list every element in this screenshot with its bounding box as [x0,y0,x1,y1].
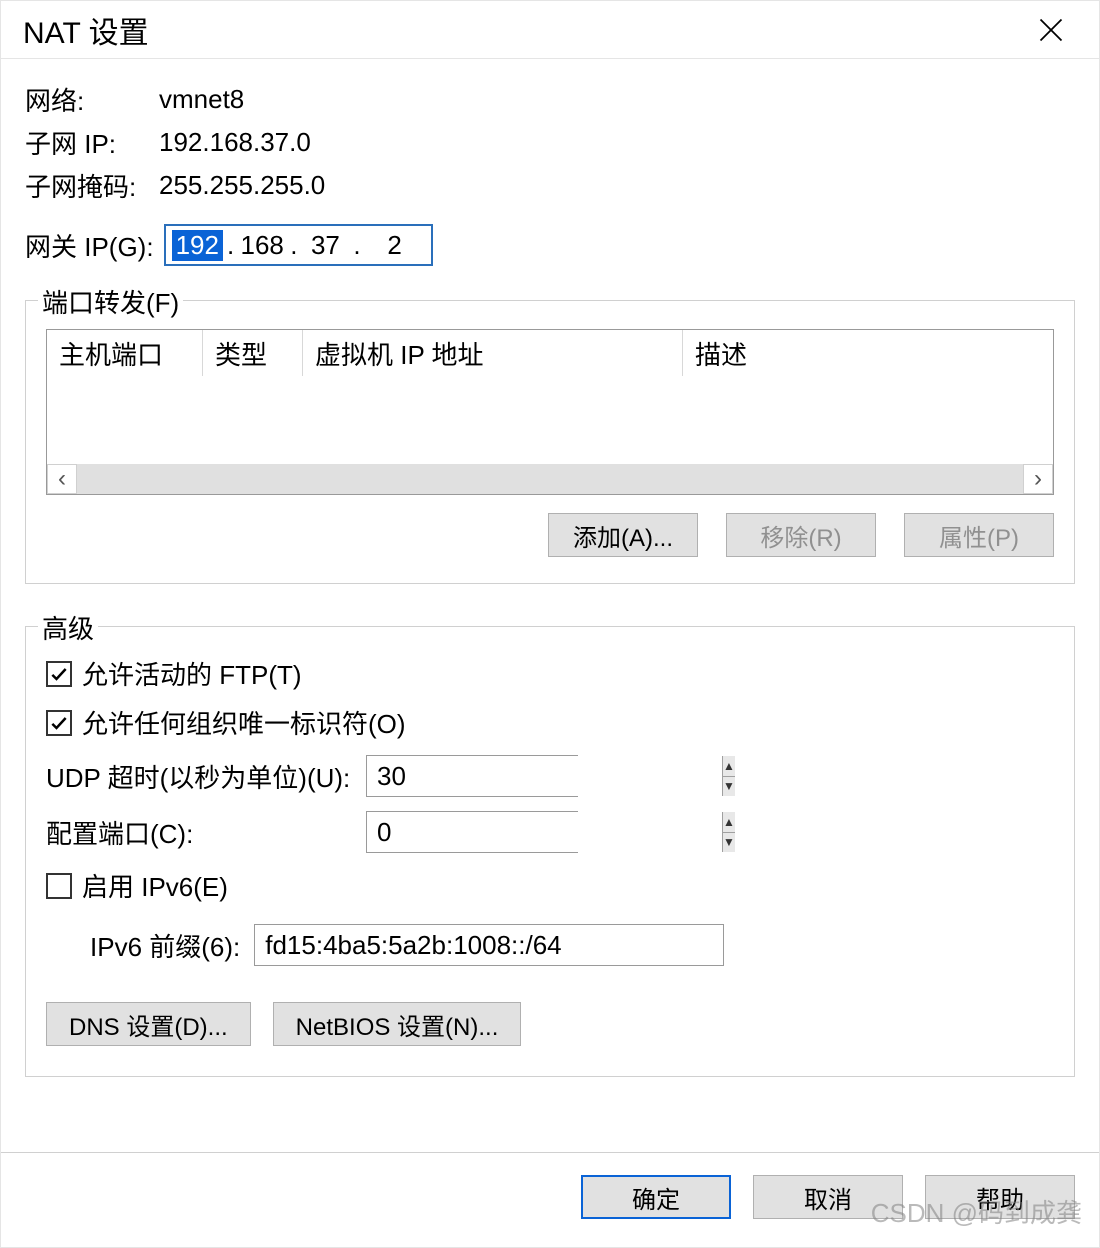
dialog-footer: 确定 取消 帮助 [1,1152,1099,1247]
advanced-legend: 高级 [38,609,98,646]
list-header: 主机端口 类型 虚拟机 IP 地址 描述 [47,330,1053,376]
list-body[interactable] [47,376,1053,464]
gateway-octet-3[interactable]: 37 [301,230,349,261]
properties-button[interactable]: 属性(P) [904,513,1054,557]
close-icon [1037,16,1065,44]
allow-ftp-row: 允许活动的 FTP(T) [46,655,1054,692]
advanced-buttons: DNS 设置(D)... NetBIOS 设置(N)... [46,1002,1054,1046]
port-forwarding-group: 端口转发(F) 主机端口 类型 虚拟机 IP 地址 描述 ‹ › 添加(A)..… [25,300,1075,584]
ipv6-prefix-input[interactable] [254,924,724,966]
col-host-port[interactable]: 主机端口 [47,330,203,376]
udp-timeout-input[interactable] [367,756,722,796]
subnet-mask-row: 子网掩码: 255.255.255.0 [25,167,1075,204]
allow-oui-label: 允许任何组织唯一标识符(O) [82,704,406,741]
list-hscrollbar[interactable]: ‹ › [47,464,1053,494]
gateway-octet-4[interactable]: 2 [365,230,425,261]
gateway-row: 网关 IP(G): 192 . 168 . 37 . 2 [25,224,1075,266]
checkmark-icon [49,664,69,684]
network-value: vmnet8 [159,84,244,115]
subnet-mask-label: 子网掩码: [25,167,159,204]
scroll-track[interactable] [77,464,1023,494]
allow-oui-row: 允许任何组织唯一标识符(O) [46,704,1054,741]
subnet-ip-row: 子网 IP: 192.168.37.0 [25,124,1075,161]
scroll-right-icon[interactable]: › [1023,464,1053,494]
window-title: NAT 设置 [23,8,149,52]
close-button[interactable] [1025,4,1077,56]
titlebar: NAT 设置 [1,1,1099,59]
allow-oui-checkbox[interactable] [46,710,72,736]
ipv6-prefix-row: IPv6 前缀(6): [90,924,1054,966]
subnet-ip-value: 192.168.37.0 [159,127,311,158]
spin-up-icon[interactable]: ▲ [722,756,735,777]
col-type[interactable]: 类型 [203,330,303,376]
gateway-label: 网关 IP(G): [25,227,154,264]
config-port-input[interactable] [367,812,722,852]
advanced-group: 高级 允许活动的 FTP(T) 允许任何组织唯一标识符(O) UDP 超时(以秒… [25,626,1075,1077]
gateway-octet-1[interactable]: 192 [172,230,223,261]
spin-down-icon[interactable]: ▼ [722,833,735,853]
nat-settings-dialog: NAT 设置 网络: vmnet8 子网 IP: 192.168.37.0 子网… [0,0,1100,1248]
config-port-spinner[interactable]: ▲ ▼ [366,811,578,853]
remove-button[interactable]: 移除(R) [726,513,876,557]
enable-ipv6-label: 启用 IPv6(E) [82,867,228,904]
checkmark-icon [49,713,69,733]
spin-down-icon[interactable]: ▼ [722,777,735,797]
port-forwarding-legend: 端口转发(F) [38,283,183,320]
enable-ipv6-checkbox[interactable] [46,873,72,899]
add-button[interactable]: 添加(A)... [548,513,698,557]
cancel-button[interactable]: 取消 [753,1175,903,1219]
config-port-label: 配置端口(C): [46,814,366,851]
network-row: 网络: vmnet8 [25,81,1075,118]
udp-timeout-label: UDP 超时(以秒为单位)(U): [46,758,366,795]
col-description[interactable]: 描述 [683,330,1053,376]
enable-ipv6-row: 启用 IPv6(E) [46,867,1054,904]
dns-settings-button[interactable]: DNS 设置(D)... [46,1002,251,1046]
port-forward-buttons: 添加(A)... 移除(R) 属性(P) [46,513,1054,557]
gateway-ip-input[interactable]: 192 . 168 . 37 . 2 [164,224,433,266]
subnet-ip-label: 子网 IP: [25,124,159,161]
udp-timeout-row: UDP 超时(以秒为单位)(U): ▲ ▼ [46,755,1054,797]
ok-button[interactable]: 确定 [581,1175,731,1219]
scroll-left-icon[interactable]: ‹ [47,464,77,494]
port-forward-list[interactable]: 主机端口 类型 虚拟机 IP 地址 描述 ‹ › [46,329,1054,495]
netbios-settings-button[interactable]: NetBIOS 设置(N)... [273,1002,522,1046]
subnet-mask-value: 255.255.255.0 [159,170,325,201]
allow-ftp-label: 允许活动的 FTP(T) [82,655,302,692]
ipv6-prefix-label: IPv6 前缀(6): [90,927,240,964]
help-button[interactable]: 帮助 [925,1175,1075,1219]
network-label: 网络: [25,81,159,118]
udp-timeout-spinner[interactable]: ▲ ▼ [366,755,578,797]
spin-up-icon[interactable]: ▲ [722,812,735,833]
gateway-octet-2[interactable]: 168 [238,230,286,261]
dialog-body: 网络: vmnet8 子网 IP: 192.168.37.0 子网掩码: 255… [1,59,1099,1152]
col-vm-ip[interactable]: 虚拟机 IP 地址 [303,330,683,376]
allow-ftp-checkbox[interactable] [46,661,72,687]
config-port-row: 配置端口(C): ▲ ▼ [46,811,1054,853]
